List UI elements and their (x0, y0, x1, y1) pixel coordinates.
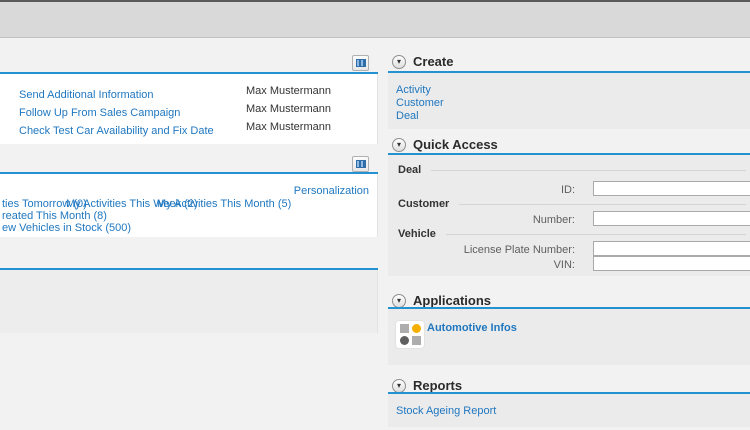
tile-orange-circle-icon (411, 324, 421, 333)
customer-group-label: Customer (398, 198, 450, 210)
task-row: Check Test Car Availability and Fix Date (19, 121, 214, 139)
activities-this-month-link[interactable]: My Activities This Month (5) (157, 198, 291, 210)
create-section-title: Create (413, 54, 454, 69)
left-column: Send Additional Information Max Musterma… (0, 38, 378, 430)
reports-panel-body: Stock Ageing Report (388, 394, 750, 427)
reports-section-title: Reports (413, 378, 463, 393)
applications-section-title: Applications (413, 293, 492, 308)
customer-number-label: Number: (532, 214, 575, 226)
create-customer-link[interactable]: Customer (396, 97, 444, 109)
automotive-infos-app-tile[interactable] (395, 320, 425, 349)
vin-input[interactable] (593, 256, 750, 271)
task-row: Follow Up From Sales Campaign (19, 103, 180, 121)
created-this-month-link[interactable]: reated This Month (8) (2, 210, 107, 222)
activities-panel-personalize-button[interactable] (352, 156, 369, 172)
create-panel-body: Activity Customer Deal (388, 73, 750, 129)
tasks-panel-personalize-button[interactable] (352, 55, 369, 71)
personalization-link[interactable]: Personalization (294, 185, 369, 197)
applications-collapse-button[interactable]: ▾ (392, 294, 406, 308)
deal-group-header: Deal (398, 164, 746, 176)
deal-group-label: Deal (398, 164, 422, 176)
create-activity-link[interactable]: Activity (396, 84, 431, 96)
create-deal-link[interactable]: Deal (396, 110, 419, 122)
customer-group-header: Customer (398, 198, 746, 210)
license-plate-input[interactable] (593, 241, 750, 256)
quick-access-section-title: Quick Access (413, 137, 498, 152)
right-column: ▾ Create Activity Customer Deal ▾ Quick … (388, 38, 750, 430)
tile-square-icon (411, 336, 421, 345)
vehicle-group-header: Vehicle (398, 228, 746, 240)
customer-number-input[interactable] (593, 211, 750, 226)
vin-label: VIN: (553, 259, 575, 271)
license-plate-label: License Plate Number: (463, 244, 575, 256)
tile-square-icon (399, 324, 409, 333)
automotive-infos-link[interactable]: Automotive Infos (427, 322, 517, 334)
task-owner: Max Mustermann (246, 121, 331, 133)
group-rule (431, 169, 746, 171)
create-collapse-button[interactable]: ▾ (392, 55, 406, 69)
third-panel-body (0, 270, 378, 333)
quick-access-collapse-button[interactable]: ▾ (392, 138, 406, 152)
deal-id-label: ID: (560, 184, 575, 196)
task-owner: Max Mustermann (246, 103, 331, 115)
task-link[interactable]: Check Test Car Availability and Fix Date (19, 125, 214, 137)
applications-panel-body: Automotive Infos (388, 309, 750, 365)
new-vehicles-in-stock-link[interactable]: ew Vehicles in Stock (500) (2, 222, 131, 234)
quick-access-panel-body: Deal ID: Customer Number: Vehicle Licens… (388, 155, 750, 276)
deal-id-input[interactable] (593, 181, 750, 196)
top-header-band (0, 2, 750, 38)
personalize-icon (355, 59, 366, 67)
tasks-panel-body: Send Additional Information Max Musterma… (0, 74, 378, 144)
group-rule (445, 233, 746, 235)
tile-dark-circle-icon (399, 336, 409, 345)
task-row: Send Additional Information (19, 85, 154, 103)
task-link[interactable]: Follow Up From Sales Campaign (19, 107, 180, 119)
activities-panel-body: Personalization ties Tomorrow (0) My Act… (0, 174, 378, 237)
vehicle-group-label: Vehicle (398, 228, 436, 240)
task-owner: Max Mustermann (246, 85, 331, 97)
personalize-icon (355, 160, 366, 168)
reports-collapse-button[interactable]: ▾ (392, 379, 406, 393)
stock-ageing-report-link[interactable]: Stock Ageing Report (396, 405, 496, 417)
group-rule (459, 203, 746, 205)
task-link[interactable]: Send Additional Information (19, 89, 154, 101)
